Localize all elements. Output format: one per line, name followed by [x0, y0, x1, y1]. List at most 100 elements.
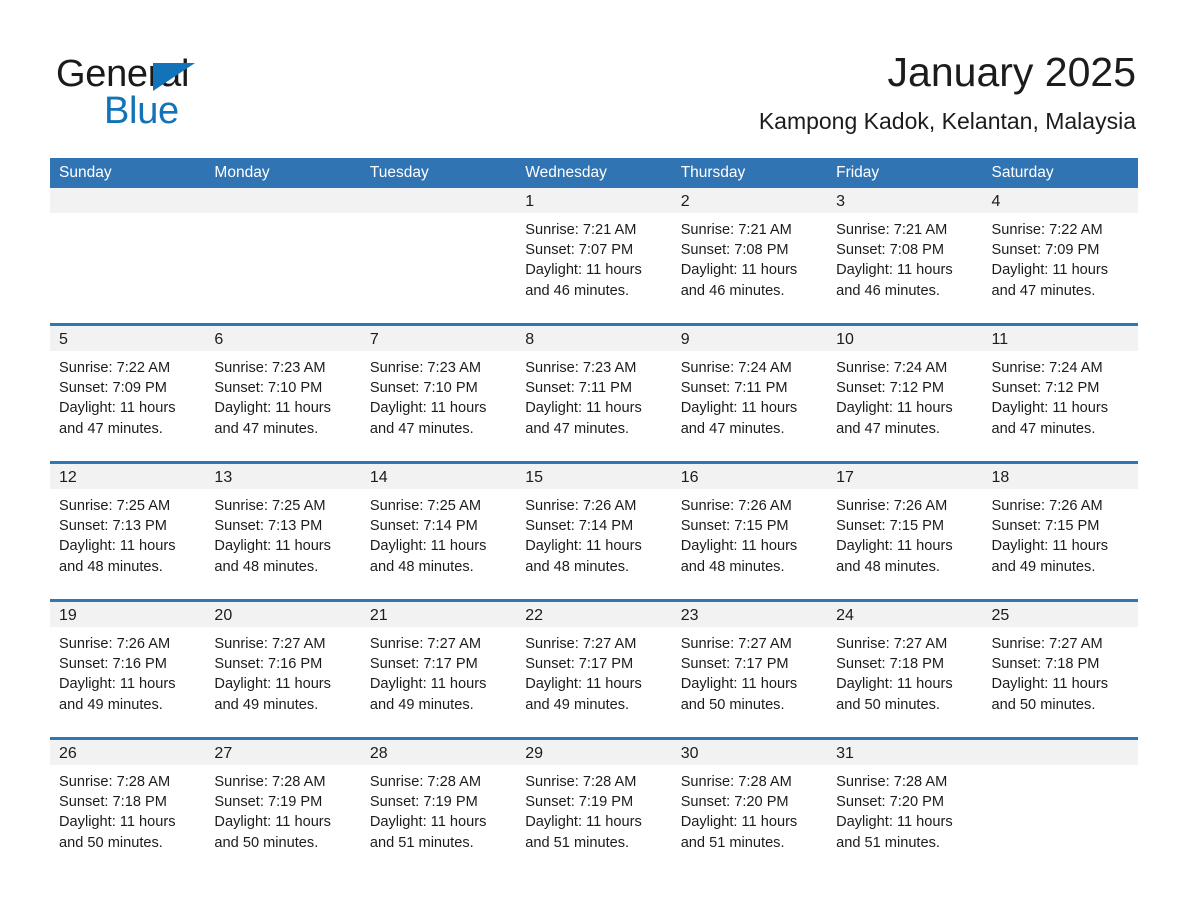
daylight-text: and 48 minutes. — [680, 558, 785, 575]
daylight-text: and 48 minutes. — [836, 558, 940, 575]
daylight-text: Daylight: 11 hours — [525, 814, 642, 831]
calendar-day-cell[interactable]: 14 Sunrise: 7:25 AM Sunset: 7:14 PM Dayligh… — [360, 461, 517, 601]
daylight-text: Daylight: 11 hours — [991, 400, 1109, 417]
day-number: 2 — [671, 188, 828, 213]
calendar-day-cell[interactable]: 3 Sunrise: 7:21 AM Sunset: 7:08 PM Daylight… — [827, 188, 983, 325]
calendar-day-cell[interactable]: 12 Sunrise: 7:25 AM Sunset: 7:13 PM Dayligh… — [50, 461, 206, 601]
day-cell-inner: 17 Sunrise: 7:26 AM Sunset: 7:15 PM Dayligh… — [827, 464, 983, 599]
day-cell-inner: 7 Sunrise: 7:23 AM Sunset: 7:10 PM Daylight… — [360, 326, 517, 461]
day-sun-info: Sunrise: 7:23 AM Sunset: 7:10 PM Daylight:… — [205, 351, 360, 439]
sunrise-text: Sunrise: 7:28 AM — [214, 774, 326, 790]
day-number: 18 — [982, 464, 1138, 489]
day-cell-inner: 1 Sunrise: 7:21 AM Sunset: 7:07 PM Daylight… — [516, 188, 672, 323]
sunset-text: Sunset: 7:19 PM — [525, 794, 634, 811]
sunrise-text: Sunrise: 7:22 AM — [59, 360, 171, 376]
calendar-day-cell[interactable]: 15 Sunrise: 7:26 AM Sunset: 7:14 PM Dayligh… — [516, 461, 672, 601]
day-sun-info: Sunrise: 7:28 AM Sunset: 7:19 PM Daylight:… — [361, 765, 516, 853]
day-cell-inner: 6 Sunrise: 7:23 AM Sunset: 7:10 PM Daylight… — [205, 326, 361, 461]
sunrise-text: Sunrise: 7:28 AM — [369, 774, 481, 790]
day-sun-info: Sunrise: 7:27 AM Sunset: 7:17 PM Daylight:… — [672, 627, 827, 715]
calendar-day-cell[interactable]: 9 Sunrise: 7:24 AM Sunset: 7:11 PM Daylight… — [671, 323, 828, 463]
calendar-week-row: 19 Sunrise: 7:26 AM Sunset: 7:16 PM Dayligh… — [50, 599, 1138, 739]
calendar-day-cell[interactable]: 24 Sunrise: 7:27 AM Sunset: 7:18 PM Dayligh… — [827, 599, 983, 739]
calendar-day-cell[interactable]: 1 Sunrise: 7:21 AM Sunset: 7:07 PM Daylight… — [516, 188, 672, 325]
day-number: 26 — [50, 740, 206, 765]
calendar-day-cell[interactable]: 13 Sunrise: 7:25 AM Sunset: 7:13 PM Dayligh… — [205, 461, 361, 601]
calendar-day-cell[interactable]: 23 Sunrise: 7:27 AM Sunset: 7:17 PM Dayligh… — [671, 599, 828, 739]
day-number: 8 — [516, 326, 672, 351]
calendar-day-cell[interactable]: 7 Sunrise: 7:23 AM Sunset: 7:10 PM Daylight… — [360, 323, 517, 463]
day-sun-info: Sunrise: 7:21 AM Sunset: 7:08 PM Daylight:… — [827, 213, 982, 301]
sunrise-text: Sunrise: 7:27 AM — [836, 636, 948, 652]
day-cell-inner: 21 Sunrise: 7:27 AM Sunset: 7:17 PM Dayligh… — [360, 602, 517, 737]
sunset-text: Sunset: 7:14 PM — [369, 518, 478, 535]
weekday-header-wednesday: Wednesday — [516, 158, 672, 188]
day-cell-inner: 11 Sunrise: 7:24 AM Sunset: 7:12 PM Dayligh… — [982, 326, 1138, 461]
day-number: 21 — [360, 602, 517, 627]
daylight-text: and 48 minutes. — [59, 558, 163, 575]
calendar-day-cell[interactable]: 22 Sunrise: 7:27 AM Sunset: 7:17 PM Dayligh… — [516, 599, 672, 739]
calendar-day-cell[interactable]: 10 Sunrise: 7:24 AM Sunset: 7:12 PM Dayligh… — [827, 323, 983, 463]
daylight-text: and 50 minutes. — [836, 696, 940, 713]
day-number — [50, 188, 206, 213]
calendar-day-cell[interactable]: 29 Sunrise: 7:28 AM Sunset: 7:19 PM Dayligh… — [516, 737, 672, 875]
calendar-day-cell-empty — [982, 737, 1138, 875]
calendar-day-cell[interactable]: 17 Sunrise: 7:26 AM Sunset: 7:15 PM Dayligh… — [827, 461, 983, 601]
calendar-day-cell[interactable]: 31 Sunrise: 7:28 AM Sunset: 7:20 PM Dayligh… — [827, 737, 983, 875]
day-cell-inner: 24 Sunrise: 7:27 AM Sunset: 7:18 PM Dayligh… — [827, 602, 983, 737]
day-sun-info: Sunrise: 7:24 AM Sunset: 7:12 PM Daylight:… — [827, 351, 982, 439]
day-number: 30 — [671, 740, 828, 765]
calendar-day-cell[interactable]: 25 Sunrise: 7:27 AM Sunset: 7:18 PM Dayligh… — [982, 599, 1138, 739]
day-cell-inner: 18 Sunrise: 7:26 AM Sunset: 7:15 PM Dayligh… — [982, 464, 1138, 599]
daylight-text: and 49 minutes. — [369, 696, 474, 713]
weekday-header-sunday: Sunday — [50, 158, 206, 188]
calendar-day-cell[interactable]: 28 Sunrise: 7:28 AM Sunset: 7:19 PM Dayligh… — [360, 737, 517, 875]
calendar-day-cell[interactable]: 6 Sunrise: 7:23 AM Sunset: 7:10 PM Daylight… — [205, 323, 361, 463]
sunset-text: Sunset: 7:17 PM — [369, 656, 478, 673]
day-number: 28 — [360, 740, 517, 765]
calendar-day-cell[interactable]: 5 Sunrise: 7:22 AM Sunset: 7:09 PM Daylight… — [50, 323, 206, 463]
calendar-day-cell[interactable]: 4 Sunrise: 7:22 AM Sunset: 7:09 PM Daylight… — [982, 188, 1138, 325]
sunrise-text: Sunrise: 7:24 AM — [991, 360, 1103, 376]
calendar-day-cell-empty — [50, 188, 206, 325]
general-blue-logo[interactable]: General Blue — [56, 54, 356, 138]
sunset-text: Sunset: 7:10 PM — [369, 380, 478, 397]
sunrise-text: Sunrise: 7:28 AM — [59, 774, 171, 790]
daylight-text: Daylight: 11 hours — [836, 676, 953, 693]
calendar-day-cell[interactable]: 26 Sunrise: 7:28 AM Sunset: 7:18 PM Dayligh… — [50, 737, 206, 875]
title-block: January 2025 Kampong Kadok, Kelantan, Ma… — [759, 46, 1136, 138]
daylight-text: Daylight: 11 hours — [525, 676, 642, 693]
calendar-week-row: 5 Sunrise: 7:22 AM Sunset: 7:09 PM Daylight… — [50, 323, 1138, 463]
daylight-text: Daylight: 11 hours — [525, 262, 642, 279]
calendar-day-cell[interactable]: 19 Sunrise: 7:26 AM Sunset: 7:16 PM Dayligh… — [50, 599, 206, 739]
sunrise-text: Sunrise: 7:27 AM — [214, 636, 326, 652]
sunset-text: Sunset: 7:09 PM — [991, 242, 1100, 259]
calendar-day-cell[interactable]: 30 Sunrise: 7:28 AM Sunset: 7:20 PM Dayligh… — [671, 737, 828, 875]
daylight-text: Daylight: 11 hours — [525, 538, 642, 555]
day-cell-inner: 22 Sunrise: 7:27 AM Sunset: 7:17 PM Dayligh… — [516, 602, 672, 737]
day-cell-inner: 20 Sunrise: 7:27 AM Sunset: 7:16 PM Dayligh… — [205, 602, 361, 737]
calendar-day-cell[interactable]: 18 Sunrise: 7:26 AM Sunset: 7:15 PM Dayligh… — [982, 461, 1138, 601]
page-header: General Blue January 2025 Kampong Kadok,… — [52, 46, 1136, 146]
daylight-text: and 50 minutes. — [680, 696, 785, 713]
calendar-day-cell[interactable]: 2 Sunrise: 7:21 AM Sunset: 7:08 PM Daylight… — [671, 188, 828, 325]
day-number: 13 — [205, 464, 361, 489]
sunrise-text: Sunrise: 7:26 AM — [525, 498, 637, 514]
sunrise-text: Sunrise: 7:28 AM — [525, 774, 637, 790]
day-number — [205, 188, 361, 213]
calendar-day-cell-empty — [360, 188, 517, 325]
calendar-day-cell[interactable]: 8 Sunrise: 7:23 AM Sunset: 7:11 PM Daylight… — [516, 323, 672, 463]
calendar-day-cell[interactable]: 27 Sunrise: 7:28 AM Sunset: 7:19 PM Dayligh… — [205, 737, 361, 875]
daylight-text: and 48 minutes. — [525, 558, 630, 575]
calendar-day-cell[interactable]: 11 Sunrise: 7:24 AM Sunset: 7:12 PM Dayligh… — [982, 323, 1138, 463]
daylight-text: Daylight: 11 hours — [680, 814, 798, 831]
calendar-day-cell[interactable]: 16 Sunrise: 7:26 AM Sunset: 7:15 PM Dayligh… — [671, 461, 828, 601]
calendar-day-cell[interactable]: 20 Sunrise: 7:27 AM Sunset: 7:16 PM Dayligh… — [205, 599, 361, 739]
day-number: 4 — [982, 188, 1138, 213]
daylight-text: Daylight: 11 hours — [59, 814, 176, 831]
calendar-day-cell[interactable]: 21 Sunrise: 7:27 AM Sunset: 7:17 PM Dayligh… — [360, 599, 517, 739]
sunrise-text: Sunrise: 7:23 AM — [214, 360, 326, 376]
day-cell-inner: 4 Sunrise: 7:22 AM Sunset: 7:09 PM Daylight… — [982, 188, 1138, 323]
sunrise-text: Sunrise: 7:25 AM — [369, 498, 481, 514]
day-cell-inner: 28 Sunrise: 7:28 AM Sunset: 7:19 PM Dayligh… — [360, 740, 517, 875]
